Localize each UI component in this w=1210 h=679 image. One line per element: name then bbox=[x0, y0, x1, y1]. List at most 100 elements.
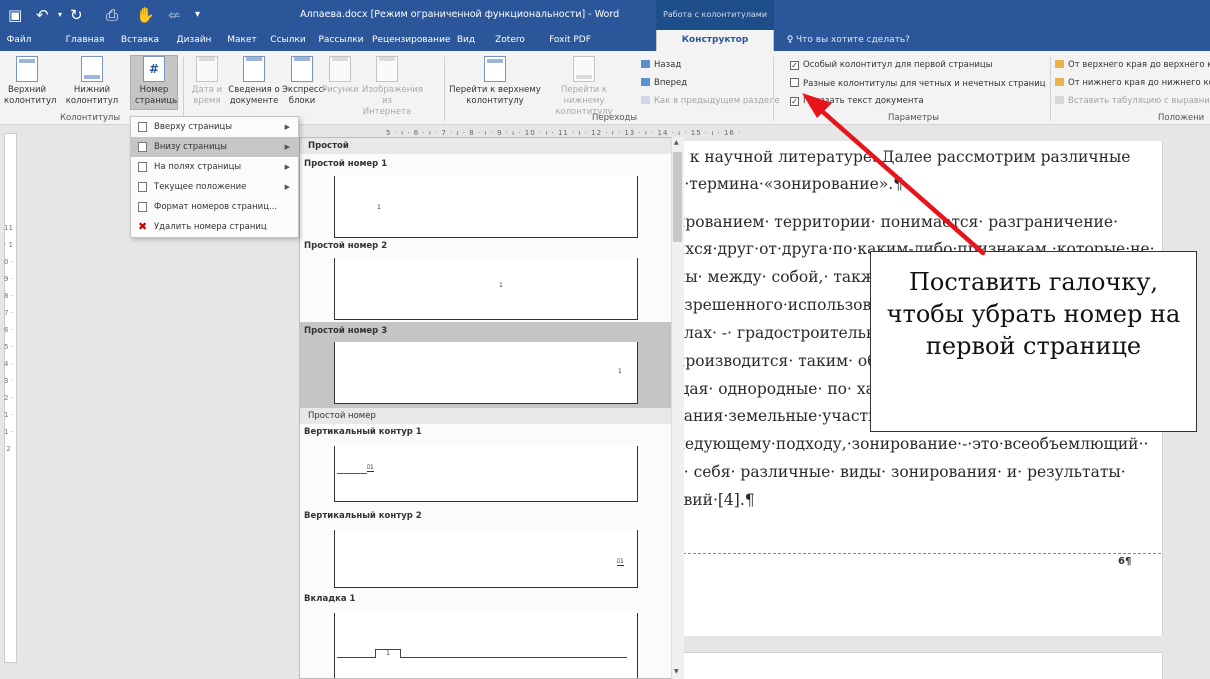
doc-line: ированием· территории· понимается· разгр… bbox=[675, 213, 1118, 231]
lightbulb-icon: ♀ bbox=[786, 35, 794, 45]
menu-item-page-margins[interactable]: На полях страницы ▶ bbox=[131, 157, 298, 177]
docinfo-button[interactable]: Сведения о документе bbox=[228, 56, 280, 107]
document-info-icon bbox=[243, 56, 265, 82]
quickparts-button-label: Экспресс-блоки bbox=[282, 85, 327, 106]
tab-home[interactable]: Главная bbox=[64, 30, 106, 51]
submenu-arrow-icon: ▶ bbox=[284, 123, 290, 131]
gallery-item-vertical-outline-2[interactable]: Вертикальный контур 2 ﾛ1 bbox=[300, 510, 671, 594]
menu-item-format-page-numbers[interactable]: Формат номеров страниц... bbox=[131, 197, 298, 217]
doc-line: я к научной литературе. Далее рассмотрим… bbox=[675, 148, 1131, 166]
gallery-item-label: Вертикальный контур 2 bbox=[304, 511, 422, 521]
goto-header-button[interactable]: Перейти к верхнему колонтитулу bbox=[448, 56, 542, 107]
tab-layout[interactable]: Макет bbox=[224, 30, 260, 51]
header-button[interactable]: Верхний колонтитул bbox=[4, 56, 56, 107]
tab-view[interactable]: Вид bbox=[454, 30, 478, 51]
goto-footer-button[interactable]: Перейти к нижнему колонтитулу bbox=[542, 56, 626, 118]
save-icon[interactable]: ▣ bbox=[8, 6, 22, 24]
bottom-of-page-icon bbox=[138, 142, 147, 152]
scroll-down-icon[interactable]: ▼ bbox=[674, 668, 679, 675]
checkbox-checked-icon: ✓ bbox=[790, 97, 799, 106]
previous-button[interactable]: Назад bbox=[641, 60, 681, 70]
remove-icon: ✖ bbox=[138, 220, 148, 233]
redo-icon[interactable]: ↻ bbox=[70, 6, 83, 24]
tab-references[interactable]: Ссылки bbox=[270, 30, 306, 51]
gallery-item-vertical-outline-1[interactable]: Вертикальный контур 1 ﾛ1 bbox=[300, 426, 671, 506]
tab-foxit[interactable]: Foxit PDF bbox=[546, 30, 594, 51]
gallery-scrollbar-thumb[interactable] bbox=[673, 152, 682, 242]
page-number-menu: Вверху страницы ▶ Внизу страницы ▶ На поля… bbox=[130, 116, 299, 238]
previous-icon bbox=[641, 60, 650, 68]
gallery-preview: 1 bbox=[334, 613, 638, 678]
touch-mode-icon[interactable]: ✋ bbox=[136, 6, 155, 24]
gallery-item-plain-number-3[interactable]: Простой номер 3 1 bbox=[300, 322, 671, 408]
tab-review[interactable]: Рецензирование bbox=[372, 30, 450, 51]
alignment-tab-icon bbox=[1055, 96, 1064, 104]
menu-item-bottom-of-page[interactable]: Внизу страницы ▶ bbox=[131, 137, 298, 157]
submenu-arrow-icon: ▶ bbox=[284, 143, 290, 151]
undo-icon[interactable]: ↶ bbox=[36, 6, 49, 24]
footer-button[interactable]: Нижний колонтитул bbox=[64, 56, 120, 107]
doc-line: о·термина·«зонирование».¶ bbox=[675, 175, 904, 193]
customize-qat-icon[interactable]: ▾ bbox=[195, 6, 200, 24]
gallery-item-plain-number-1[interactable]: Простой номер 1 1 bbox=[300, 156, 671, 242]
ribbon: Верхний колонтитул Нижний колонтитул # Н… bbox=[0, 51, 1210, 125]
show-document-text-checkbox[interactable]: ✓ Показать текст документа bbox=[790, 96, 924, 106]
datetime-button[interactable]: Дата и время bbox=[189, 56, 225, 107]
footer-button-label: Нижний колонтитул bbox=[65, 85, 119, 106]
quickparts-button[interactable]: Экспресс-блоки bbox=[282, 56, 326, 107]
next-icon bbox=[641, 78, 650, 86]
doc-line: ледующему·подходу,·зонирование·-·это·все… bbox=[675, 435, 1149, 453]
group-divider bbox=[773, 57, 774, 121]
format-page-numbers-icon bbox=[138, 202, 147, 212]
tab-insert[interactable]: Вставка bbox=[118, 30, 162, 51]
pictures-button[interactable]: Рисунки bbox=[322, 56, 359, 96]
tab-design[interactable]: Дизайн bbox=[174, 30, 214, 51]
different-first-page-checkbox[interactable]: ✓ Особый колонтитул для первой страницы bbox=[790, 60, 992, 70]
pictures-button-label: Рисунки bbox=[322, 85, 359, 95]
menu-item-remove-page-numbers[interactable]: ✖ Удалить номера страниц bbox=[131, 217, 298, 237]
gallery-item-plain-number-2[interactable]: Простой номер 2 1 bbox=[300, 238, 671, 322]
gallery-preview: ﾛ1 bbox=[334, 446, 638, 502]
tab-file[interactable]: Файл bbox=[6, 30, 32, 51]
submenu-arrow-icon: ▶ bbox=[284, 183, 290, 191]
menu-item-current-position[interactable]: Текущее положение ▶ bbox=[131, 177, 298, 197]
scroll-up-icon[interactable]: ▲ bbox=[674, 139, 679, 146]
top-of-page-icon bbox=[138, 122, 147, 132]
group-label-headers: Колонтитулы bbox=[60, 113, 121, 123]
link-to-previous-button[interactable]: Как в предыдущем разделе bbox=[641, 96, 780, 106]
footer-position-icon bbox=[1055, 78, 1064, 86]
print-preview-icon[interactable]: ⎙ bbox=[106, 6, 118, 24]
window-title: Алпаева.docx [Режим ограниченной функцио… bbox=[300, 9, 620, 20]
gallery-item-tab-1[interactable]: Вкладка 1 1 bbox=[300, 593, 671, 678]
tab-zotero[interactable]: Zotero bbox=[490, 30, 530, 51]
page-margins-icon bbox=[138, 162, 147, 172]
gallery-section-header: Простой bbox=[300, 138, 671, 154]
page-number-gallery: Простой Простой номер 1 1 Простой номер … bbox=[299, 137, 684, 679]
gallery-preview: ﾛ1 bbox=[334, 530, 638, 588]
goto-header-label: Перейти к верхнему колонтитулу bbox=[449, 85, 541, 106]
checkbox-unchecked-icon bbox=[790, 78, 799, 87]
format-painter-icon: ⇍ bbox=[168, 6, 181, 24]
page-number-button-label: Номер страницы bbox=[135, 85, 179, 106]
menu-item-top-of-page[interactable]: Вверху страницы ▶ bbox=[131, 117, 298, 137]
header-button-label: Верхний колонтитул bbox=[4, 85, 57, 106]
footer-position-field[interactable]: От нижнего края до нижнего ко bbox=[1055, 78, 1210, 88]
online-picture-icon bbox=[376, 56, 398, 82]
different-odd-even-checkbox[interactable]: Разные колонтитулы для четных и нечетных… bbox=[790, 78, 1046, 89]
tell-me-search[interactable]: Что вы хотите сделать? bbox=[796, 30, 910, 51]
current-position-icon bbox=[138, 182, 147, 192]
goto-footer-icon bbox=[573, 56, 595, 82]
context-tab-header: Работа с колонтитулами bbox=[656, 0, 774, 30]
online-pictures-button[interactable]: Изображения из Интернета bbox=[362, 56, 423, 118]
picture-icon bbox=[329, 56, 351, 82]
footer-page-number[interactable]: 6¶ bbox=[1118, 556, 1131, 567]
group-label-position: Положени bbox=[1158, 113, 1205, 123]
header-position-icon bbox=[1055, 60, 1064, 68]
tab-mailings[interactable]: Рассылки bbox=[316, 30, 366, 51]
document-next-page[interactable] bbox=[655, 652, 1163, 679]
header-position-field[interactable]: От верхнего края до верхнего к bbox=[1055, 60, 1210, 70]
insert-alignment-tab-button[interactable]: Вставить табуляцию с выравни bbox=[1055, 96, 1210, 106]
tab-designer[interactable]: Конструктор bbox=[656, 30, 774, 51]
next-button[interactable]: Вперед bbox=[641, 78, 687, 88]
page-number-button[interactable]: # Номер страницы bbox=[130, 55, 179, 110]
